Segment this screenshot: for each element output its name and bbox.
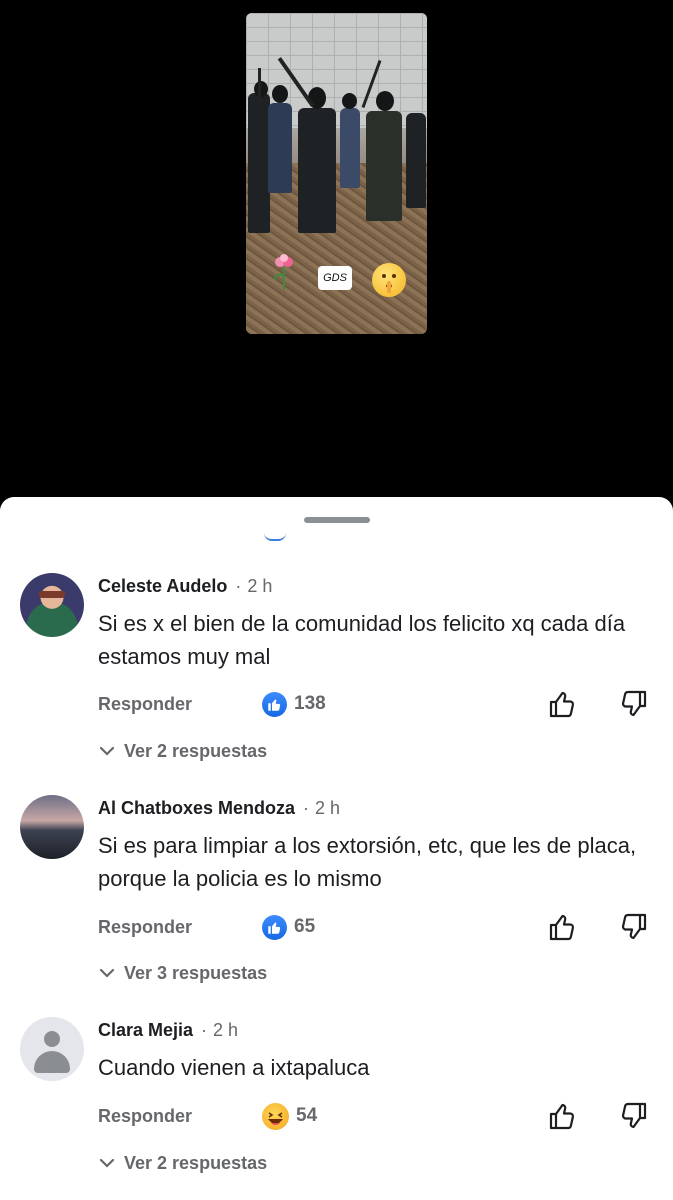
comment-text: Si es x el bien de la comunidad los feli… [98, 611, 626, 669]
reaction-summary[interactable]: 65 [262, 912, 315, 942]
video-figure [366, 111, 402, 221]
rifle-shape [258, 68, 261, 108]
reply-button[interactable]: Responder [98, 1101, 192, 1131]
thumbs-down-icon[interactable] [620, 689, 648, 719]
thumbs-up-icon[interactable] [548, 1101, 576, 1131]
comment-text: Cuando vienen a ixtapaluca [98, 1055, 370, 1080]
video-figure-head [342, 93, 357, 109]
view-replies-button[interactable]: Ver 2 respuestas [98, 1150, 267, 1176]
view-replies-label: Ver 2 respuestas [124, 740, 268, 761]
comment-header: Clara Mejia · 2 h [98, 1017, 238, 1043]
reply-button[interactable]: Responder [98, 912, 192, 942]
comment-header: Celeste Audelo · 2 h [98, 573, 272, 599]
comment-time: 2 h [213, 1019, 239, 1040]
comments-sheet: Celeste Audelo · 2 h Si es x el bien de … [0, 497, 673, 1200]
video-thumbnail[interactable]: GDS [246, 13, 427, 334]
comment-author[interactable]: Clara Mejia [98, 1020, 193, 1041]
haha-icon [262, 1102, 289, 1130]
like-icon [262, 691, 287, 717]
reaction-summary[interactable]: 138 [262, 689, 326, 719]
comment-author[interactable]: Celeste Audelo [98, 576, 227, 597]
avatar[interactable] [20, 1017, 84, 1081]
comment-text: Si es para limpiar a los extorsión, etc,… [98, 833, 637, 891]
avatar[interactable] [20, 795, 84, 859]
video-figure-head [254, 81, 268, 97]
reaction-count: 65 [294, 916, 316, 937]
view-replies-button[interactable]: Ver 3 respuestas [98, 960, 267, 986]
separator-dot: · [303, 797, 310, 818]
video-figure [340, 108, 360, 188]
comment-actions: Responder 65 [0, 912, 673, 942]
thumbs-down-icon[interactable] [620, 912, 648, 942]
thumbs-up-icon[interactable] [548, 689, 576, 719]
comment-author[interactable]: Al Chatboxes Mendoza [98, 798, 295, 819]
reaction-count: 54 [296, 1105, 318, 1126]
shushing-face-icon [372, 263, 406, 297]
reply-button[interactable]: Responder [98, 689, 192, 719]
drag-handle[interactable] [304, 517, 370, 523]
loading-indicator [264, 533, 286, 541]
view-replies-label: Ver 2 respuestas [124, 1152, 268, 1173]
chevron-down-icon [98, 1157, 116, 1169]
video-figure-head [272, 85, 288, 103]
chevron-down-icon [98, 745, 116, 757]
view-replies-button[interactable]: Ver 2 respuestas [98, 738, 267, 764]
video-figure-head [376, 91, 394, 111]
thumbs-down-icon[interactable] [620, 1101, 648, 1131]
comment-actions: Responder 138 [0, 689, 673, 719]
comment-actions: Responder 54 [0, 1101, 673, 1131]
video-figure [268, 103, 292, 193]
chevron-down-icon [98, 967, 116, 979]
view-replies-label: Ver 3 respuestas [124, 962, 268, 983]
comment-time: 2 h [315, 797, 341, 818]
reaction-count: 138 [294, 693, 326, 714]
avatar-glasses [39, 591, 65, 598]
separator-dot: · [235, 575, 242, 596]
video-figure [248, 93, 270, 233]
reaction-summary[interactable]: 54 [262, 1101, 317, 1131]
comment-time: 2 h [247, 575, 273, 596]
comment-header: Al Chatboxes Mendoza · 2 h [98, 795, 340, 821]
gds-sticker: GDS [318, 266, 352, 290]
thumbs-up-icon[interactable] [548, 912, 576, 942]
avatar[interactable] [20, 573, 84, 637]
flower-icon [270, 253, 298, 293]
separator-dot: · [201, 1019, 208, 1040]
video-figure [298, 108, 336, 233]
like-icon [262, 914, 287, 940]
avatar-placeholder-body [34, 1051, 70, 1073]
video-area: GDS [0, 0, 673, 500]
avatar-placeholder-head [44, 1031, 60, 1047]
video-figure [406, 113, 426, 208]
